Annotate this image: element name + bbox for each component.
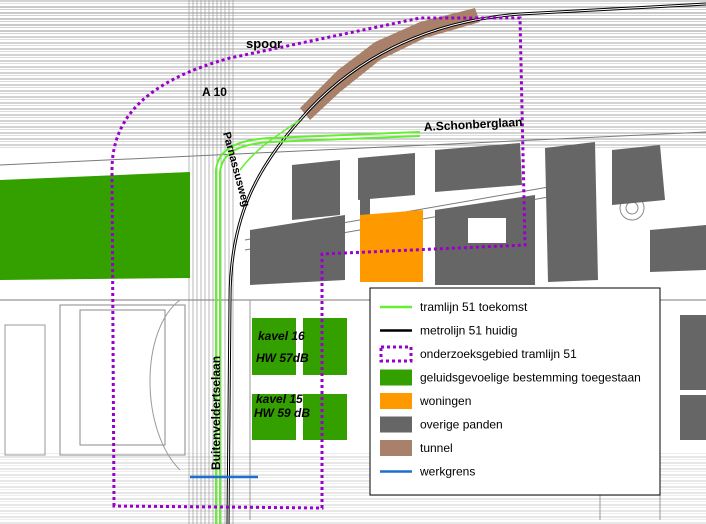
building [680, 395, 706, 440]
legend-label: metrolijn 51 huidig [420, 324, 517, 338]
legend-label: overige panden [420, 418, 503, 432]
label-buitenveldertselaan: Buitenveldertselaan [209, 356, 223, 470]
label-hw-15: HW 59 dB [254, 406, 310, 420]
building [680, 315, 706, 390]
green-plot [303, 318, 347, 375]
legend-item: woningen [380, 393, 471, 409]
label-kavel-15: kavel 15 [256, 392, 303, 406]
legend-box [369, 287, 661, 496]
legend-label: geluidsgevoelige bestemming toegestaan [420, 371, 641, 385]
building-courtyard [468, 218, 506, 243]
parcel-outline [79, 309, 166, 446]
parcel-outline [59, 304, 186, 456]
building [612, 145, 665, 205]
label-a10: A 10 [202, 85, 227, 99]
legend-swatch [380, 393, 412, 409]
legend-swatch [380, 369, 412, 386]
parcel-outline [4, 324, 46, 456]
legend-label: tramlijn 51 toekomst [420, 300, 528, 314]
legend: tramlijn 51 toekomst metrolijn 51 huidig o… [369, 287, 661, 496]
green-plot [252, 318, 296, 375]
housing-block [360, 210, 423, 282]
legend-swatch [380, 440, 412, 456]
building [650, 225, 706, 272]
legend-item: overige panden [380, 416, 503, 433]
green-area-west [0, 172, 190, 280]
legend-swatch [380, 416, 412, 433]
legend-label: woningen [419, 394, 471, 408]
label-hw-16: HW 57dB [256, 351, 309, 365]
map-canvas: spoor A 10 A.Schonberglaan Parnassusweg … [0, 0, 706, 524]
label-kavel-16: kavel 16 [258, 329, 305, 343]
building [435, 143, 522, 192]
building [545, 142, 598, 282]
roundabout [625, 201, 639, 215]
legend-item: geluidsgevoelige bestemming toegestaan [380, 369, 641, 386]
legend-label: onderzoeksgebied tramlijn 51 [420, 347, 577, 361]
building [358, 153, 415, 200]
label-spoor: spoor [246, 36, 282, 51]
building [292, 160, 340, 220]
building [250, 215, 345, 285]
legend-label: tunnel [420, 441, 453, 455]
legend-label: werkgrens [419, 465, 475, 479]
